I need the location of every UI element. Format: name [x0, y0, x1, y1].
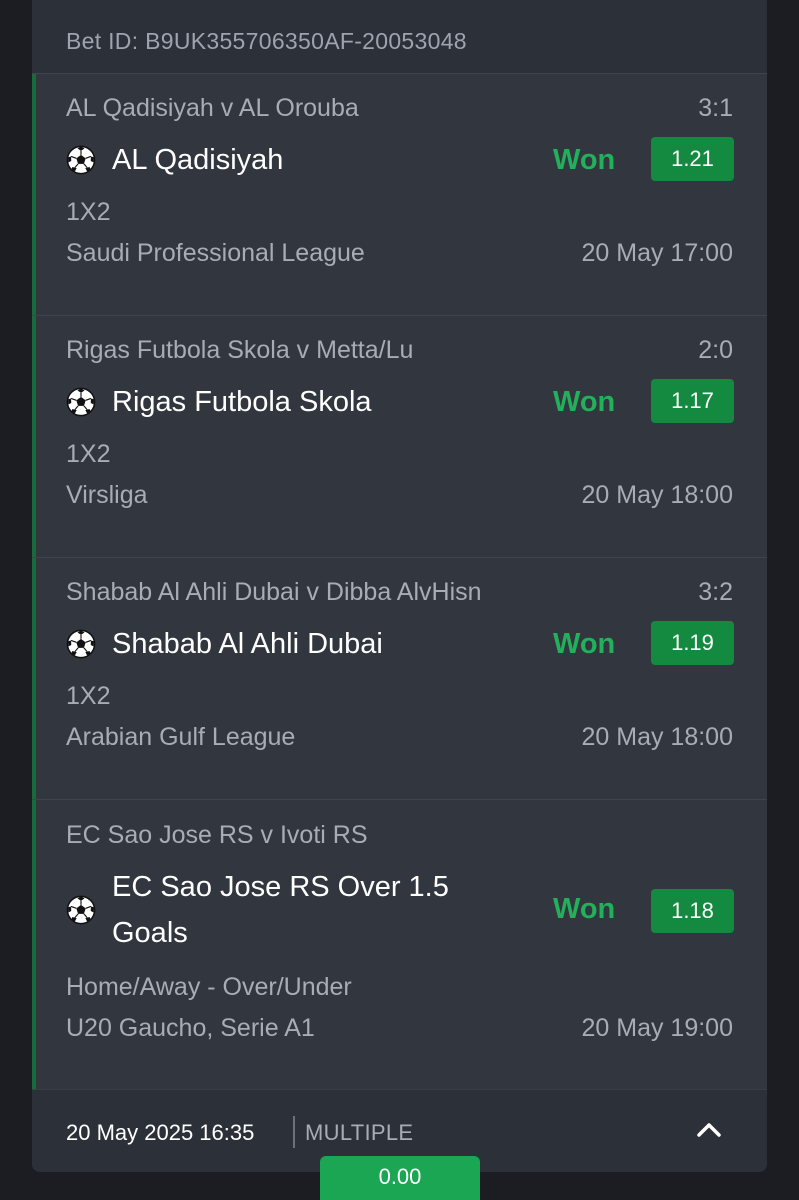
- soccer-ball-icon: [66, 629, 96, 659]
- betslip-card: Bet ID: B9UK355706350AF-20053048 AL Qadi…: [32, 0, 767, 1172]
- odds-badge: 1.21: [651, 137, 734, 181]
- selection-item[interactable]: Shabab Al Ahli Dubai v Dibba AlvHisn 3:2…: [32, 557, 767, 799]
- soccer-ball-icon: [66, 387, 96, 417]
- pick-label: AL Qadisiyah: [112, 144, 284, 176]
- league-name: Virsliga: [66, 481, 148, 509]
- chevron-up-icon[interactable]: [696, 1120, 722, 1140]
- match-name: Shabab Al Ahli Dubai v Dibba AlvHisn: [66, 578, 482, 606]
- selection-status-bar: [32, 558, 36, 799]
- kickoff-time: 20 May 18:00: [581, 723, 734, 751]
- selection-item[interactable]: Rigas Futbola Skola v Metta/Lu 2:0 Rigas…: [32, 315, 767, 557]
- status-won: Won: [553, 144, 616, 176]
- match-name: Rigas Futbola Skola v Metta/Lu: [66, 336, 414, 364]
- kickoff-time: 20 May 18:00: [581, 481, 734, 509]
- odds-badge: 1.18: [651, 889, 734, 933]
- match-score: 2:0: [698, 336, 733, 364]
- selection-item[interactable]: AL Qadisiyah v AL Orouba 3:1 AL Qadisiya…: [32, 73, 767, 315]
- match-name: EC Sao Jose RS v Ivoti RS: [66, 821, 368, 849]
- pick-label: EC Sao Jose RS Over 1.5 Goals: [112, 864, 449, 956]
- league-name: Arabian Gulf League: [66, 723, 296, 751]
- status-won: Won: [553, 893, 616, 925]
- odds-badge: 1.19: [651, 621, 734, 665]
- match-score: 3:2: [698, 578, 733, 606]
- soccer-ball-icon: [66, 145, 96, 175]
- market-name: 1X2: [66, 682, 111, 710]
- status-won: Won: [553, 386, 616, 418]
- bet-type: MULTIPLE: [305, 1120, 414, 1145]
- match-name: AL Qadisiyah v AL Orouba: [66, 94, 359, 122]
- pick: Shabab Al Ahli Dubai: [66, 621, 383, 667]
- pick: Rigas Futbola Skola: [66, 379, 372, 425]
- bet-id: Bet ID: B9UK355706350AF-20053048: [66, 28, 467, 54]
- league-name: U20 Gaucho, Serie A1: [66, 1014, 315, 1042]
- market-name: 1X2: [66, 198, 111, 226]
- pick-label: Shabab Al Ahli Dubai: [112, 628, 383, 660]
- match-score: 3:1: [698, 94, 733, 122]
- selection-status-bar: [32, 800, 36, 1090]
- selection-status-bar: [32, 316, 36, 557]
- pick: EC Sao Jose RS Over 1.5 Goals: [66, 864, 449, 956]
- market-name: Home/Away - Over/Under: [66, 973, 352, 1001]
- payout-button[interactable]: 0.00: [320, 1156, 480, 1200]
- pick-label-line: EC Sao Jose RS Over 1.5: [112, 871, 449, 903]
- kickoff-time: 20 May 19:00: [581, 1014, 734, 1042]
- pick-label-line: Goals: [112, 917, 188, 949]
- market-name: 1X2: [66, 440, 111, 468]
- league-name: Saudi Professional League: [66, 239, 365, 267]
- pick-label: Rigas Futbola Skola: [112, 386, 372, 418]
- placed-datetime: 20 May 2025 16:35: [66, 1120, 255, 1145]
- soccer-ball-icon: [66, 895, 96, 925]
- selection-status-bar: [32, 74, 36, 315]
- odds-badge: 1.17: [651, 379, 734, 423]
- kickoff-time: 20 May 17:00: [581, 239, 734, 267]
- status-won: Won: [553, 628, 616, 660]
- selection-item[interactable]: EC Sao Jose RS v Ivoti RS EC Sao Jose RS…: [32, 799, 767, 1090]
- footer-divider: [293, 1116, 295, 1148]
- pick: AL Qadisiyah: [66, 137, 283, 183]
